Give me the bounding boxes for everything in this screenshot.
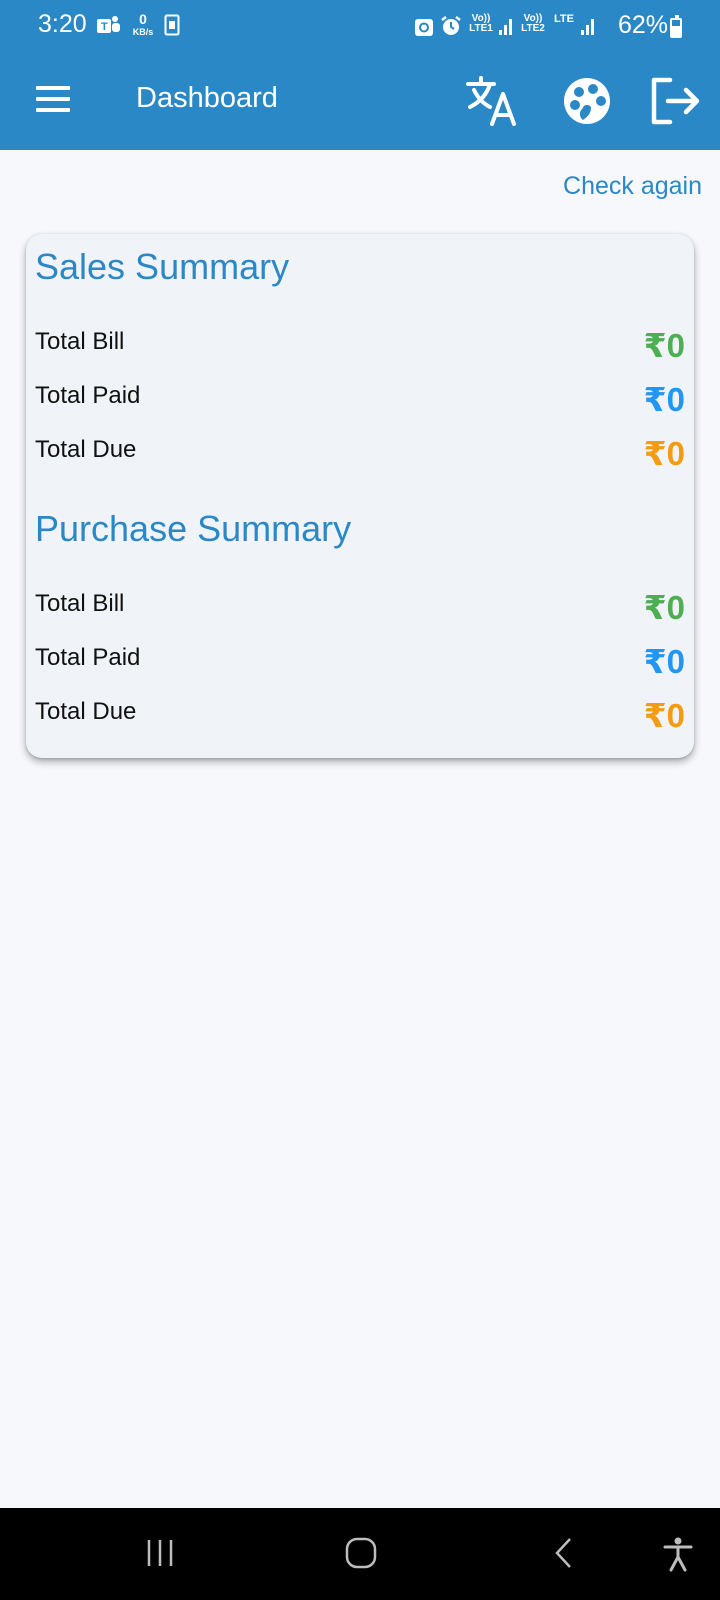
sales-total-paid-label: Total Paid bbox=[35, 382, 141, 409]
accessibility-icon[interactable] bbox=[662, 1536, 694, 1572]
battery-level: 62% bbox=[617, 11, 668, 39]
home-icon[interactable] bbox=[344, 1536, 378, 1570]
sales-summary-title: Sales Summary bbox=[35, 246, 290, 287]
data-speed-value: 0 bbox=[139, 11, 147, 27]
purchase-total-paid-label: Total Paid bbox=[35, 644, 141, 671]
purchase-summary-title: Purchase Summary bbox=[35, 508, 352, 549]
sim1-label: Vo)) LTE1 bbox=[469, 13, 493, 34]
system-nav-bar bbox=[0, 1508, 720, 1600]
page-title: Dashboard bbox=[136, 82, 278, 114]
back-icon[interactable] bbox=[552, 1536, 576, 1570]
status-bar: 3:20 T 0 KB/s Vo)) LTE1 Vo)) LTE2 LTE 62… bbox=[0, 0, 720, 52]
battery-icon bbox=[670, 15, 682, 38]
purchase-total-bill-label: Total Bill bbox=[35, 590, 125, 617]
teams-icon: T bbox=[97, 16, 120, 33]
purchase-total-paid-value: ₹0 bbox=[643, 643, 685, 680]
purchase-total-due-value: ₹0 bbox=[643, 697, 685, 734]
data-speed-unit: KB/s bbox=[132, 27, 154, 37]
app-bar: Dashboard bbox=[0, 52, 720, 150]
menu-button[interactable] bbox=[36, 86, 70, 112]
logout-icon[interactable] bbox=[648, 74, 702, 128]
translate-icon[interactable] bbox=[466, 74, 520, 128]
sales-total-paid-value: ₹0 bbox=[643, 381, 685, 418]
sim-card-icon bbox=[164, 14, 180, 36]
sales-total-due-value: ₹0 bbox=[643, 435, 685, 472]
sales-total-bill-label: Total Bill bbox=[35, 328, 125, 355]
recents-icon[interactable] bbox=[144, 1538, 176, 1568]
data-speed: 0 KB/s bbox=[128, 11, 158, 38]
alarm-icon bbox=[441, 16, 461, 35]
palette-icon[interactable] bbox=[560, 74, 614, 128]
sales-total-bill-value: ₹0 bbox=[643, 327, 685, 364]
sim2-label: Vo)) LTE2 bbox=[521, 13, 545, 34]
sales-total-due-label: Total Due bbox=[35, 436, 137, 463]
purchase-total-due-label: Total Due bbox=[35, 698, 137, 725]
signal-icon-2 bbox=[581, 19, 594, 35]
check-again-link[interactable]: Check again bbox=[563, 172, 702, 201]
summary-card: Sales Summary Total Bill ₹0 Total Paid ₹… bbox=[26, 234, 694, 758]
lte-label: LTE bbox=[554, 13, 574, 25]
signal-icon-1 bbox=[499, 19, 512, 35]
svg-text:T: T bbox=[101, 21, 108, 33]
purchase-total-bill-value: ₹0 bbox=[643, 589, 685, 626]
status-time: 3:20 bbox=[38, 10, 87, 38]
recycle-icon bbox=[415, 19, 433, 36]
